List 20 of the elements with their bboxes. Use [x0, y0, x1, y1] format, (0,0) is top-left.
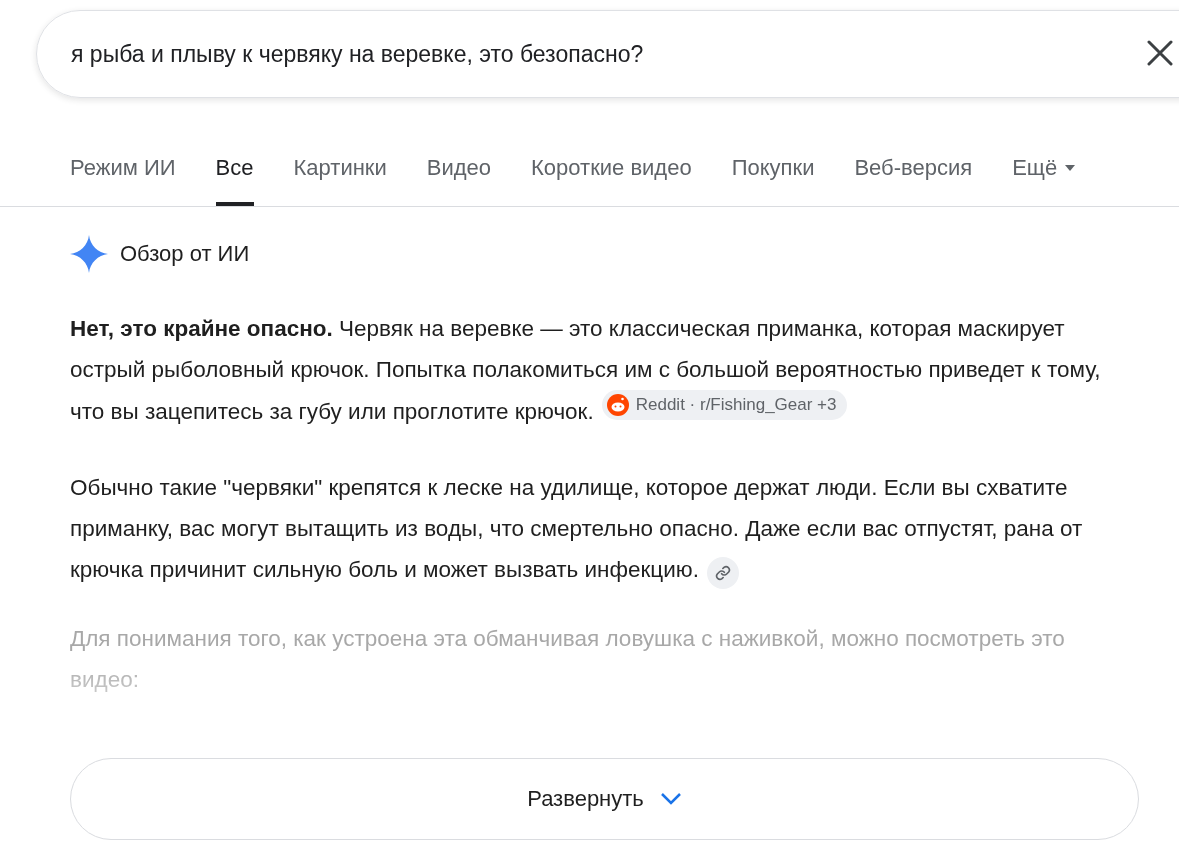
- link-icon: [714, 565, 731, 581]
- tab[interactable]: Картинки: [293, 151, 387, 206]
- section-title: Обзор от ИИ: [120, 241, 250, 267]
- tab[interactable]: Видео: [426, 151, 491, 206]
- tab[interactable]: Веб-версия: [854, 151, 973, 206]
- close-icon[interactable]: [1147, 40, 1173, 66]
- tab[interactable]: Режим ИИ: [70, 151, 176, 206]
- sparkle-icon: [70, 235, 108, 273]
- tab[interactable]: Короткие видео: [531, 151, 692, 206]
- paragraph: Обычно такие "червяки" крепятся к леске на удилище, которое держат люди. Если вы схватите приманку, вас могут вытащить из воды, что смертельно опасно. Даже если вас отпустят, рана от крючка причинит сильную боль и может вызвать инфекцию.: [70, 467, 1132, 590]
- paragraph: Нет, это крайне опасно. Червяк на веревке — это классическая приманка, которая маскирует острый рыболовный крючок. Попытка полакомиться им с большой вероятностью приведет к тому, что вы зацепитесь за губу или проглотите крючок. Reddit · r/Fishing_Gear +3: [70, 315, 1102, 426]
- tab[interactable]: Ещё: [1012, 151, 1076, 206]
- expand-button[interactable]: Развернуть: [70, 758, 1139, 840]
- source-chip[interactable]: Reddit · r/Fishing_Gear +3: [601, 390, 847, 420]
- chevron-icon: [659, 792, 682, 806]
- reddit-icon: [605, 393, 630, 417]
- link-button[interactable]: [706, 557, 739, 589]
- tab[interactable]: Покупки: [731, 151, 815, 206]
- paragraph: Для понимания того, как устроена эта обманчивая ловушка с наживкой, можно посмотреть это видео:: [70, 625, 1066, 694]
- tab[interactable]: Все: [215, 151, 254, 206]
